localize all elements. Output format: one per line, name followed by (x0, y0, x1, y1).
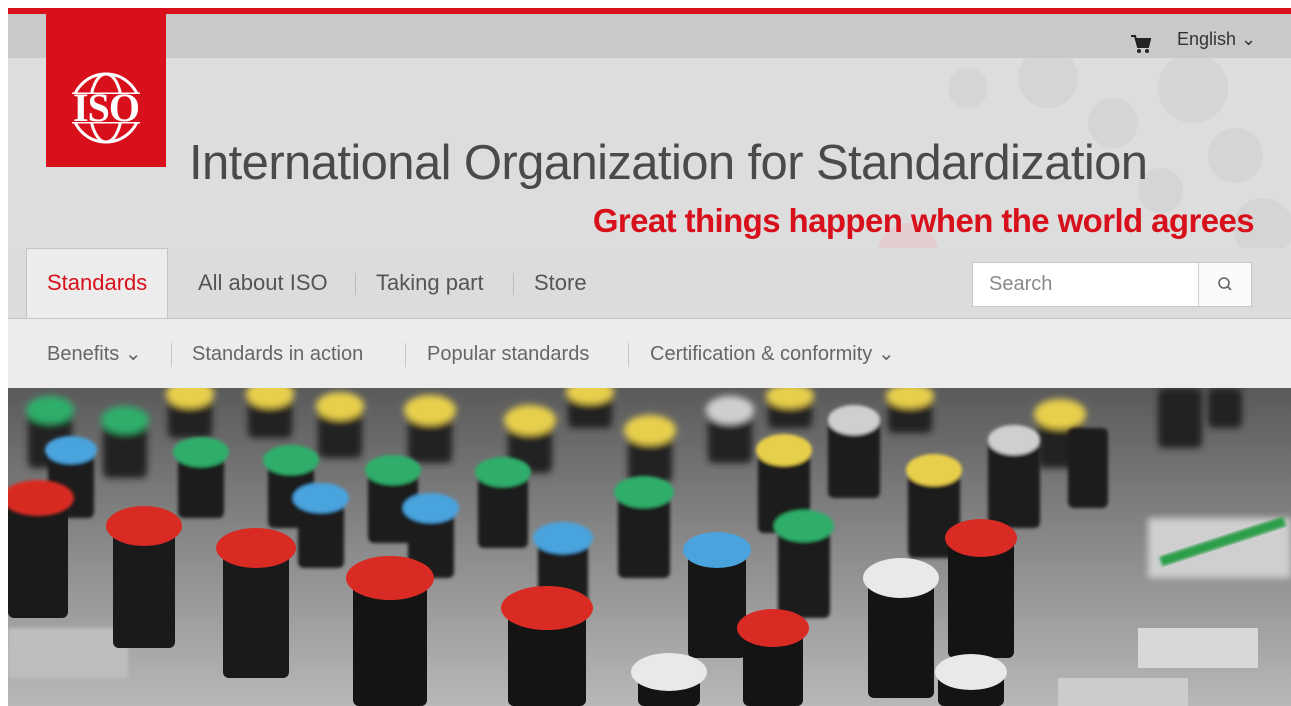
page-frame: English ⌄ International Organization for… (8, 8, 1291, 706)
tab-label: All about ISO (198, 270, 328, 295)
organization-name: International Organization for Standardi… (189, 136, 1148, 190)
tab-label: Taking part (376, 270, 484, 295)
subnav-label: Certification & conformity ⌄ (650, 343, 895, 365)
subnav-label: Standards in action (192, 343, 364, 365)
tagline: Great things happen when the world agree… (592, 202, 1255, 239)
subnav-label: Popular standards (427, 343, 590, 365)
tab-label: Standards (47, 270, 148, 295)
tab-taking-part[interactable]: Taking part (376, 248, 484, 318)
nav-divider (513, 273, 514, 295)
search-button[interactable] (1198, 263, 1251, 306)
tab-standards[interactable]: Standards (26, 248, 169, 319)
subnav-popular-standards[interactable]: Popular standards (427, 319, 589, 389)
nav-divider (355, 273, 356, 295)
subnav-divider (171, 343, 172, 367)
tab-store[interactable]: Store (534, 248, 587, 318)
decorative-dot (1018, 58, 1078, 108)
decorative-dot (1158, 58, 1228, 123)
site-header: International Organization for Standardi… (8, 58, 1291, 248)
tab-all-about-iso[interactable]: All about ISO (198, 248, 328, 318)
decorative-dot (948, 68, 988, 108)
subnav-standards-in-action[interactable]: Standards in action (192, 319, 363, 389)
decorative-dot (1208, 128, 1263, 183)
subnav-divider (628, 343, 629, 367)
mixer-knobs-illustration (8, 388, 1291, 706)
subnav-certification[interactable]: Certification & conformity ⌄ (650, 319, 895, 389)
shopping-cart-icon[interactable] (1130, 34, 1152, 54)
hero-image (8, 388, 1291, 706)
subnav-benefits[interactable]: Benefits ⌄ (47, 319, 142, 389)
search-input[interactable] (973, 263, 1199, 306)
subnav-label: Benefits ⌄ (47, 343, 142, 365)
main-navigation: Standards All about ISO Taking part Stor… (8, 248, 1291, 319)
language-selector[interactable]: English ⌄ (1177, 29, 1256, 50)
sub-navigation: Benefits ⌄ Standards in action Popular s… (8, 318, 1291, 388)
logo-text: ISO (73, 85, 140, 130)
subnav-divider (405, 343, 406, 367)
tab-label: Store (534, 270, 587, 295)
iso-logo[interactable]: ISO (46, 14, 166, 167)
utility-bar: English ⌄ (8, 14, 1291, 58)
search-box (972, 262, 1252, 307)
search-icon (1199, 277, 1252, 310)
